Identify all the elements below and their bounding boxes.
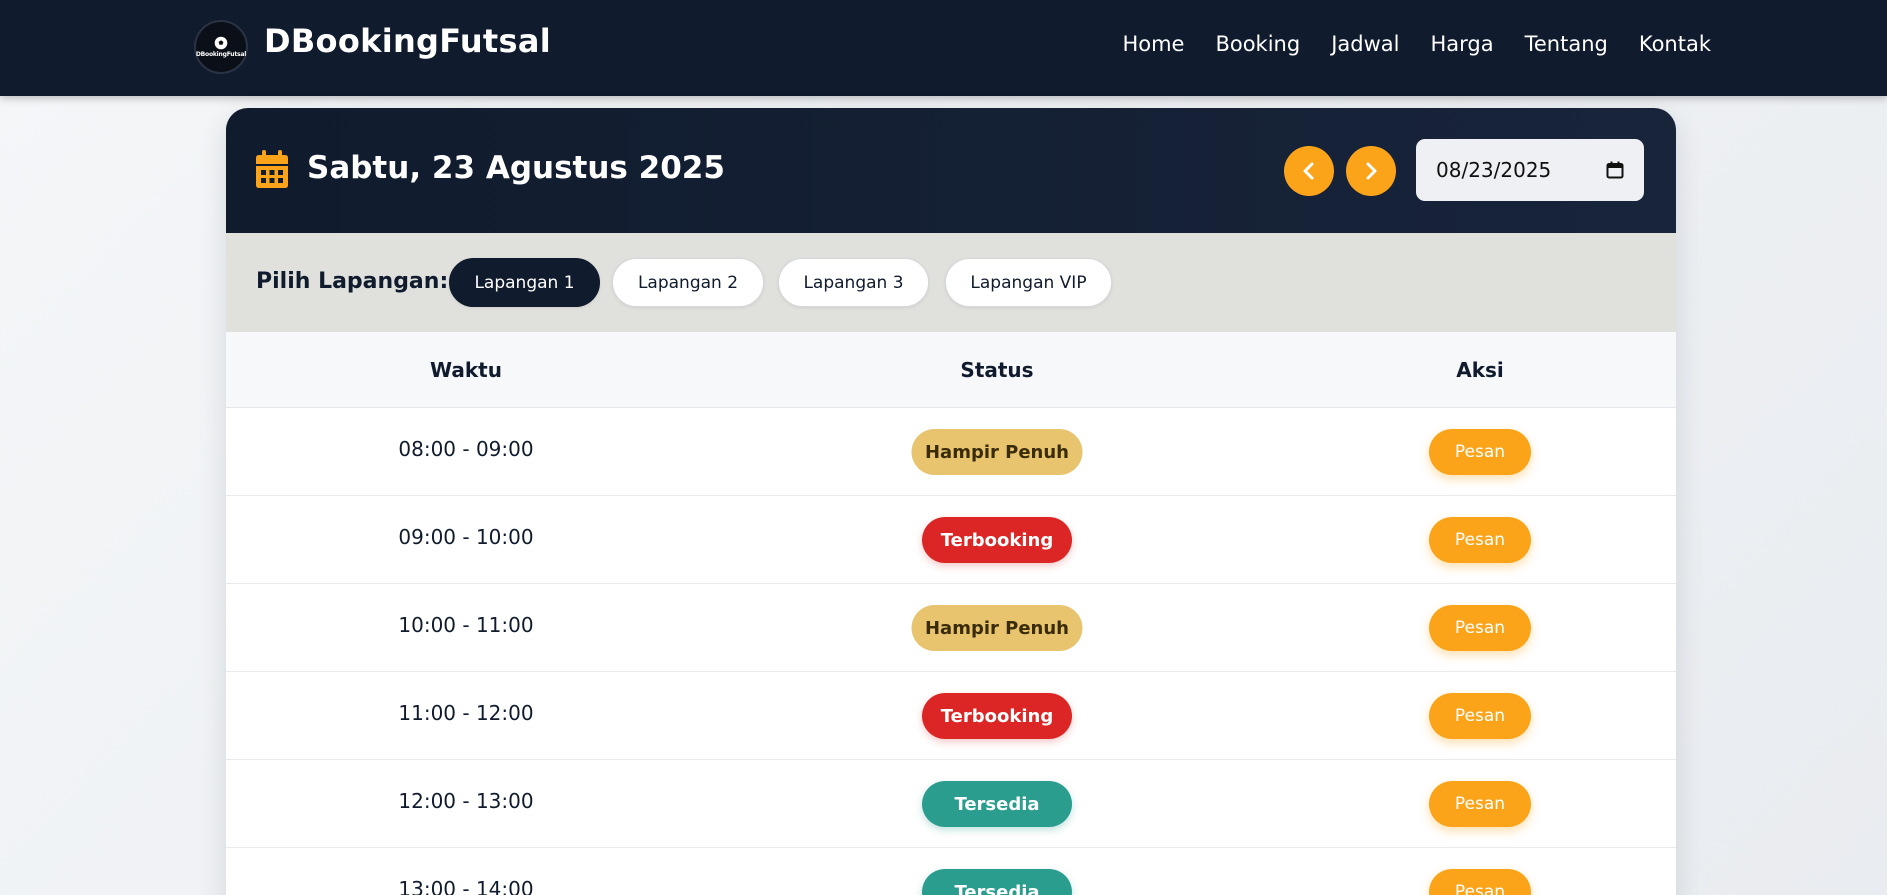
column-header-waktu: Waktu bbox=[430, 358, 502, 382]
time-slot: 12:00 - 13:00 bbox=[398, 789, 534, 813]
column-header-status: Status bbox=[960, 358, 1034, 382]
pesan-button[interactable]: Pesan bbox=[1429, 605, 1531, 651]
table-row: 13:00 - 14:00 Tersedia Pesan bbox=[226, 848, 1676, 895]
nav-link-booking[interactable]: Booking bbox=[1215, 32, 1300, 56]
soccer-ball-icon bbox=[214, 36, 228, 50]
table-header: Waktu Status Aksi bbox=[226, 332, 1676, 408]
date-title: Sabtu, 23 Agustus 2025 bbox=[307, 150, 725, 186]
pesan-button[interactable]: Pesan bbox=[1429, 693, 1531, 739]
table-row: 11:00 - 12:00 Terbooking Pesan bbox=[226, 672, 1676, 760]
chevron-left-icon bbox=[1303, 162, 1314, 180]
logo[interactable]: DBookingFutsal bbox=[194, 20, 248, 74]
nav-link-home[interactable]: Home bbox=[1122, 32, 1184, 56]
brand-name[interactable]: DBookingFutsal bbox=[264, 22, 551, 60]
navbar: DBookingFutsal DBookingFutsal Home Booki… bbox=[0, 0, 1887, 96]
field-selector-label: Pilih Lapangan: bbox=[256, 269, 449, 294]
time-slot: 08:00 - 09:00 bbox=[398, 437, 534, 461]
prev-day-button[interactable] bbox=[1284, 146, 1334, 196]
status-badge: Terbooking bbox=[922, 517, 1072, 563]
time-slot: 10:00 - 11:00 bbox=[398, 613, 534, 637]
logo-text: DBookingFutsal bbox=[195, 51, 247, 58]
pesan-button[interactable]: Pesan bbox=[1429, 869, 1531, 895]
nav-link-kontak[interactable]: Kontak bbox=[1639, 32, 1711, 56]
time-slot: 13:00 - 14:00 bbox=[398, 877, 534, 895]
calendar-picker-icon[interactable] bbox=[1606, 161, 1624, 179]
calendar-icon bbox=[256, 150, 288, 188]
table-row: 09:00 - 10:00 Terbooking Pesan bbox=[226, 496, 1676, 584]
schedule-header: Sabtu, 23 Agustus 2025 08/23/2025 bbox=[226, 108, 1676, 233]
nav-link-harga[interactable]: Harga bbox=[1430, 32, 1493, 56]
status-badge: Hampir Penuh bbox=[911, 429, 1083, 475]
time-slot: 11:00 - 12:00 bbox=[398, 701, 534, 725]
field-tab-lapangan-3[interactable]: Lapangan 3 bbox=[778, 258, 929, 307]
next-day-button[interactable] bbox=[1346, 146, 1396, 196]
date-picker-value: 08/23/2025 bbox=[1436, 158, 1552, 182]
time-slot: 09:00 - 10:00 bbox=[398, 525, 534, 549]
field-tab-lapangan-vip[interactable]: Lapangan VIP bbox=[945, 258, 1112, 307]
table-row: 10:00 - 11:00 Hampir Penuh Pesan bbox=[226, 584, 1676, 672]
field-tab-lapangan-1[interactable]: Lapangan 1 bbox=[449, 258, 600, 307]
nav-menu: Home Booking Jadwal Harga Tentang Kontak bbox=[1091, 32, 1711, 56]
status-badge: Hampir Penuh bbox=[911, 605, 1083, 651]
schedule-card: Sabtu, 23 Agustus 2025 08/23/2025 Pilih … bbox=[226, 108, 1676, 895]
field-selector: Pilih Lapangan: Lapangan 1 Lapangan 2 La… bbox=[226, 233, 1676, 332]
table-row: 12:00 - 13:00 Tersedia Pesan bbox=[226, 760, 1676, 848]
table-row: 08:00 - 09:00 Hampir Penuh Pesan bbox=[226, 408, 1676, 496]
pesan-button[interactable]: Pesan bbox=[1429, 517, 1531, 563]
status-badge: Terbooking bbox=[922, 693, 1072, 739]
chevron-right-icon bbox=[1366, 162, 1377, 180]
date-picker-input[interactable]: 08/23/2025 bbox=[1416, 139, 1644, 201]
status-badge: Tersedia bbox=[922, 869, 1072, 895]
pesan-button[interactable]: Pesan bbox=[1429, 429, 1531, 475]
nav-link-jadwal[interactable]: Jadwal bbox=[1331, 32, 1399, 56]
nav-link-tentang[interactable]: Tentang bbox=[1525, 32, 1608, 56]
field-tab-lapangan-2[interactable]: Lapangan 2 bbox=[612, 258, 764, 307]
status-badge: Tersedia bbox=[922, 781, 1072, 827]
pesan-button[interactable]: Pesan bbox=[1429, 781, 1531, 827]
column-header-aksi: Aksi bbox=[1456, 358, 1504, 382]
